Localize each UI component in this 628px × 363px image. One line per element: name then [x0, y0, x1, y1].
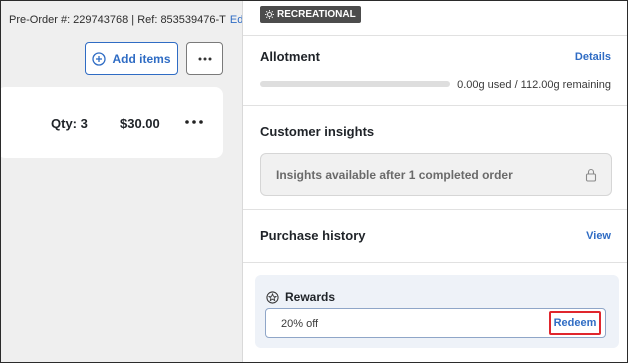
divider [243, 105, 627, 106]
order-meta: Pre-Order #: 229743768 | Ref: 853539476-… [9, 14, 249, 26]
reward-option-field[interactable]: 20% off Redeem [265, 308, 606, 338]
allotment-progress-bar [260, 81, 450, 87]
rewards-header: Rewards [266, 290, 335, 304]
customer-insights-title: Customer insights [260, 124, 375, 139]
item-more-button[interactable] [183, 115, 205, 129]
line-item-card: Qty: 3 $30.00 [1, 87, 223, 158]
lock-icon [585, 168, 597, 182]
recreational-badge: RECREATIONAL [260, 6, 361, 23]
allotment-title: Allotment [260, 49, 320, 64]
allotment-usage: 0.00g used / 112.00g remaining [457, 79, 611, 91]
order-reference: Pre-Order #: 229743768 | Ref: 853539476-… [9, 14, 226, 26]
add-items-label: Add items [112, 51, 171, 66]
item-price: $30.00 [120, 116, 160, 131]
reward-value: 20% off [281, 318, 319, 330]
order-more-button[interactable] [186, 42, 223, 75]
app-window: Pre-Order #: 229743768 | Ref: 853539476-… [0, 0, 628, 363]
redeem-button[interactable]: Redeem [549, 311, 601, 335]
customer-sidebar: RECREATIONAL Allotment Details 0.00g use… [242, 1, 627, 362]
plus-circle-icon [92, 51, 107, 66]
badge-label: RECREATIONAL [277, 9, 356, 20]
view-link[interactable]: View [586, 230, 611, 242]
details-link[interactable]: Details [575, 51, 611, 63]
divider [243, 209, 627, 210]
item-quantity: Qty: 3 [51, 116, 88, 131]
more-horizontal-icon [185, 120, 203, 124]
award-icon [266, 290, 279, 304]
divider [243, 262, 627, 263]
more-horizontal-icon [198, 57, 211, 60]
insights-locked-box: Insights available after 1 completed ord… [260, 153, 612, 196]
divider [243, 35, 627, 36]
order-pane: Pre-Order #: 229743768 | Ref: 853539476-… [1, 1, 249, 362]
add-items-button[interactable]: Add items [85, 42, 178, 75]
sun-icon [265, 10, 274, 19]
rewards-panel: Rewards 20% off Redeem [255, 275, 619, 348]
purchase-history-title: Purchase history [260, 228, 366, 243]
insights-message: Insights available after 1 completed ord… [276, 168, 513, 182]
rewards-title: Rewards [285, 290, 336, 304]
